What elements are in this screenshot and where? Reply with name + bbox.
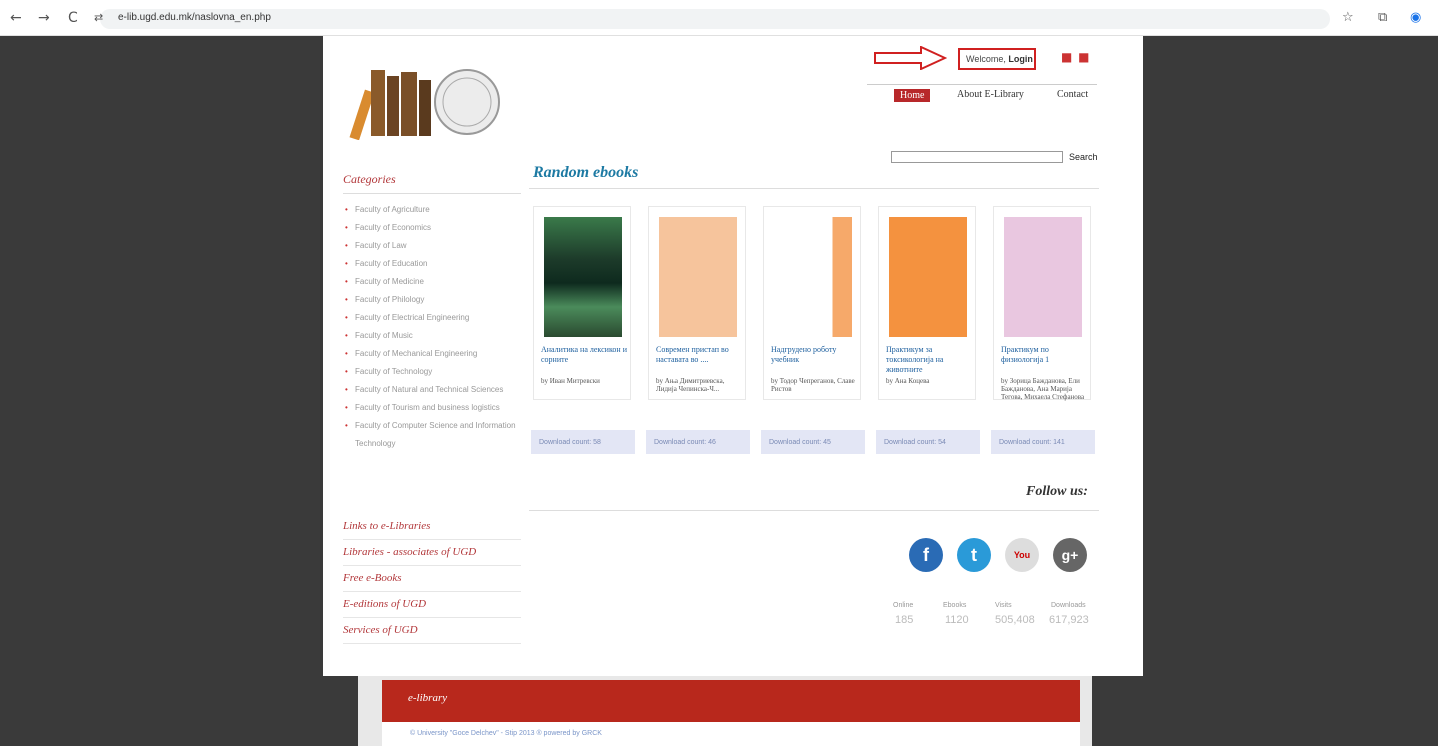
stat-label: Downloads [1051,602,1086,609]
sidebar-link-services[interactable]: Services of UGD [343,618,521,644]
book-cover-image[interactable] [1004,217,1082,337]
category-item[interactable]: Faculty of Law [345,237,521,255]
category-item[interactable]: Faculty of Education [345,255,521,273]
bookmark-star-icon[interactable]: ☆ [1342,10,1354,25]
book-cover-image[interactable] [889,217,967,337]
book-author: by Зорица Бажданова, Ели Бажданова, Ана … [1001,377,1085,401]
divider [529,188,1099,189]
sidebar-link-free-ebooks[interactable]: Free e-Books [343,566,521,592]
red-arrow-icon [874,46,947,70]
book-author: by Тодор Чепреганов, Славе Ристов [771,377,855,393]
random-ebooks-title: Random ebooks [533,164,639,181]
stat-label: Visits [995,602,1012,609]
top-navigation: Home About E-Library Contact [867,84,1097,104]
book-cover-image[interactable] [774,217,852,337]
nav-contact[interactable]: Contact [1057,89,1088,100]
category-item[interactable]: Faculty of Electrical Engineering [345,309,521,327]
category-item[interactable]: Faculty of Music [345,327,521,345]
profile-icon[interactable]: ◉ [1410,10,1421,25]
book-card[interactable]: Современ пристап во наставата во .... by… [648,206,746,400]
stat-label: Ebooks [943,602,967,609]
nav-home[interactable]: Home [894,89,931,102]
site-info-icon[interactable]: ⇄ [94,11,103,24]
sidebar-links: Links to e-Libraries Libraries - associa… [343,514,521,644]
forward-icon[interactable]: → [38,10,50,26]
twitter-icon[interactable]: t [957,538,991,572]
book-author: by Иван Митревски [541,377,600,385]
login-link[interactable]: Login [1008,54,1033,64]
youtube-icon[interactable]: You [1005,538,1039,572]
extensions-icon[interactable]: ⧉ [1378,10,1387,25]
sidebar-link-e-libraries[interactable]: Links to e-Libraries [343,514,521,540]
category-item[interactable]: Faculty of Technology [345,363,521,381]
category-item[interactable]: Faculty of Medicine [345,273,521,291]
reload-icon[interactable]: C [68,10,78,26]
category-item[interactable]: Faculty of Computer Science and Informat… [345,417,521,453]
stat-value: 185 [895,614,914,626]
categories-list: Faculty of Agriculture Faculty of Econom… [345,201,521,453]
google-plus-icon[interactable]: g+ [1053,538,1087,572]
search-button[interactable]: Search [1069,152,1098,162]
book-title[interactable]: Надгрудено роботу учебник [771,345,857,365]
category-item[interactable]: Faculty of Economics [345,219,521,237]
stat-label: Online [893,602,914,609]
book-title[interactable]: Аналитика на лексикон и сорните [541,345,627,365]
url-text: e-lib.ugd.edu.mk/naslovna_en.php [118,12,271,23]
nav-about[interactable]: About E-Library [957,89,1024,100]
book-cover-image[interactable] [659,217,737,337]
book-title[interactable]: Практикум по физиологија 1 [1001,345,1087,365]
category-item[interactable]: Faculty of Philology [345,291,521,309]
download-count: Download count: 58 [531,430,635,454]
library-logo-icon[interactable] [343,50,503,140]
download-count: Download count: 45 [761,430,865,454]
stat-value: 505,408 [995,614,1035,626]
download-count: Download count: 46 [646,430,750,454]
download-count: Download count: 54 [876,430,980,454]
book-title[interactable]: Современ пристап во наставата во .... [656,345,742,365]
categories-title: Categories [343,172,521,194]
follow-us-title: Follow us: [1026,484,1088,499]
search-input[interactable] [891,151,1063,163]
book-author: by Ања Димитриевска, Лидија Чепинска-Ч..… [656,377,725,393]
address-bar[interactable]: ⇄ e-lib.ugd.edu.mk/naslovna_en.php [94,9,1330,29]
back-icon[interactable]: ← [10,10,22,26]
welcome-login-box[interactable]: Welcome, Login [958,48,1036,70]
book-card[interactable]: Надгрудено роботу учебник by Тодор Чепре… [763,206,861,400]
language-flags-icon[interactable]: ■ ■ [1061,50,1091,64]
sidebar-link-associates[interactable]: Libraries - associates of UGD [343,540,521,566]
divider [529,510,1099,511]
book-card[interactable]: Практикум по физиологија 1 by Зорица Баж… [993,206,1091,401]
category-item[interactable]: Faculty of Agriculture [345,201,521,219]
book-title[interactable]: Практикум за токсикологија на животните [886,345,972,375]
sidebar-link-e-editions[interactable]: E-editions of UGD [343,592,521,618]
browser-toolbar: ← → C ⇄ e-lib.ugd.edu.mk/naslovna_en.php… [0,0,1438,36]
welcome-text: Welcome, [966,54,1006,64]
category-item[interactable]: Faculty of Tourism and business logistic… [345,399,521,417]
footer-banner [382,680,1080,722]
stat-value: 617,923 [1049,614,1089,626]
footer-copyright: © University "Goce Delchev" - Stip 2013 … [410,730,602,737]
book-cover-image[interactable] [544,217,622,337]
facebook-icon[interactable]: f [909,538,943,572]
book-author: by Ана Коцева [886,377,930,385]
category-item[interactable]: Faculty of Natural and Technical Science… [345,381,521,399]
page-content: Welcome, Login ■ ■ Home About E-Library … [323,36,1143,676]
category-item[interactable]: Faculty of Mechanical Engineering [345,345,521,363]
download-count: Download count: 141 [991,430,1095,454]
book-card[interactable]: Практикум за токсикологија на животните … [878,206,976,400]
book-card[interactable]: Аналитика на лексикон и сорните by Иван … [533,206,631,400]
stat-value: 1120 [945,614,969,626]
footer-logo[interactable]: e-library [408,692,447,704]
